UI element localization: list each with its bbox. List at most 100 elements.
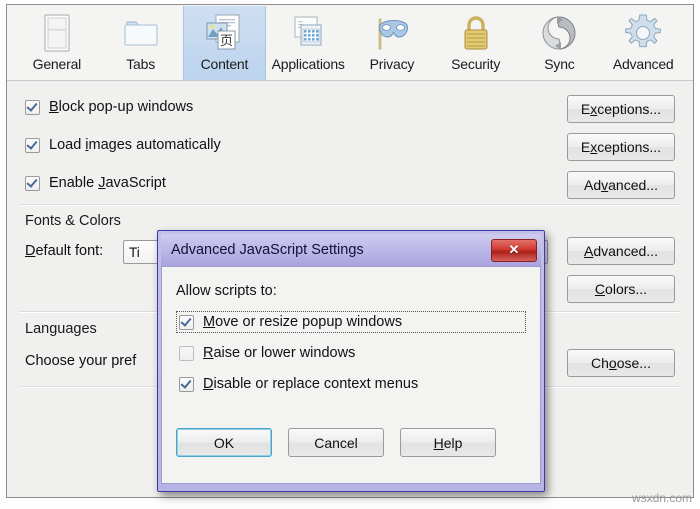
preferences-toolbar: General Tabs 页 Content Applications Priv… (7, 5, 693, 81)
label-rest: dvanced... (593, 243, 658, 259)
checkbox-label: Enable JavaScript (49, 175, 166, 191)
tab-sync[interactable]: Sync (518, 6, 602, 80)
dialog-button-row: OK Cancel Help (176, 428, 496, 457)
checkbox-label: Raise or lower windows (203, 345, 355, 361)
button-label: Choose... (591, 355, 651, 371)
tab-label: Applications (271, 56, 345, 72)
exceptions-images-button[interactable]: Exceptions... (567, 133, 675, 161)
button-label: Exceptions... (581, 101, 661, 117)
fonts-colors-heading: Fonts & Colors (25, 213, 121, 229)
advanced-javascript-button[interactable]: Advanced... (567, 171, 675, 199)
button-label: Cancel (314, 434, 358, 451)
fonts-advanced-button[interactable]: Advanced... (567, 237, 675, 265)
label-rest: mages automatically (88, 137, 221, 153)
label-pre: Enable (49, 175, 99, 191)
choose-language-button[interactable]: Choose... (567, 349, 675, 377)
gear-icon (619, 12, 667, 54)
dialog-title-bar: Advanced JavaScript Settings ✕ (161, 234, 541, 266)
close-icon[interactable]: ✕ (491, 238, 537, 262)
button-label: Help (434, 435, 463, 451)
padlock-icon (452, 12, 500, 54)
dialog-title: Advanced JavaScript Settings (171, 242, 364, 258)
tab-label: Sync (544, 56, 575, 72)
accel-char: C (594, 281, 606, 297)
languages-heading: Languages (25, 321, 97, 337)
label-pre: E (580, 101, 591, 117)
checkbox-block-popups[interactable] (25, 99, 40, 115)
ok-button[interactable]: OK (176, 428, 272, 457)
tab-general[interactable]: General (15, 6, 99, 80)
default-font-value: Ti (129, 244, 140, 260)
checkbox-raise-lower-windows[interactable] (179, 345, 194, 361)
label-pre: Ch (591, 355, 609, 371)
label-rest: efault font: (35, 243, 104, 259)
button-label: OK (213, 434, 235, 451)
checkbox-load-images[interactable] (25, 137, 40, 153)
label-rest: ove or resize popup windows (215, 314, 403, 330)
accel-char: M (203, 314, 216, 330)
tab-content[interactable]: 页 Content (182, 6, 267, 80)
label-pre: E (580, 139, 591, 155)
label-rest: ceptions... (597, 101, 662, 117)
tab-label: Privacy (369, 56, 415, 72)
accel-char: A (584, 243, 594, 259)
checkbox-move-resize-popups[interactable] (179, 314, 194, 330)
colors-button[interactable]: Colors... (567, 275, 675, 303)
checkbox-enable-javascript[interactable] (25, 175, 40, 191)
accel-char: B (49, 99, 59, 115)
cancel-button[interactable]: Cancel (288, 428, 384, 457)
dialog-checkbox-row-move-resize[interactable]: Move or resize popup windows (176, 311, 526, 333)
label-rest: isable or replace context menus (213, 376, 419, 392)
exceptions-popups-button[interactable]: Exceptions... (567, 95, 675, 123)
applications-icon (284, 12, 332, 54)
help-button[interactable]: Help (400, 428, 496, 457)
mask-icon (368, 12, 416, 54)
tab-security[interactable]: Security (434, 6, 518, 80)
label-rest: lock pop-up windows (58, 99, 194, 115)
accel-char: D (25, 243, 36, 259)
label-pre: Ad (584, 177, 602, 193)
screenshot-root: General Tabs 页 Content Applications Priv… (0, 0, 700, 509)
tab-label: General (32, 56, 82, 72)
label-rest: avaScript (105, 175, 166, 191)
button-label: Advanced... (584, 177, 658, 193)
label-rest: elp (443, 434, 463, 451)
tab-label: Security (451, 56, 501, 72)
checkbox-label: Block pop-up windows (49, 99, 193, 115)
allow-scripts-label: Allow scripts to: (176, 283, 277, 299)
folder-icon (117, 12, 165, 54)
languages-description: Choose your pref (25, 353, 137, 369)
button-label: Advanced... (584, 243, 658, 259)
dialog-body: Allow scripts to: Move or resize popup w… (161, 266, 541, 484)
button-label: Colors... (595, 281, 647, 297)
tab-applications[interactable]: Applications (266, 6, 350, 80)
svg-text:页: 页 (220, 34, 233, 49)
label-rest: ose... (616, 355, 651, 371)
default-font-label: Default font: (25, 243, 103, 259)
tab-label: Advanced (612, 56, 674, 72)
section-divider (19, 204, 681, 206)
accel-char: D (203, 376, 214, 392)
accel-char: H (433, 434, 444, 451)
sync-icon (535, 12, 583, 54)
watermark: wsxdn.com (631, 491, 692, 505)
dialog-checkbox-row-raise-lower[interactable]: Raise or lower windows (176, 342, 526, 364)
page-icon (33, 12, 81, 54)
advanced-javascript-dialog: Advanced JavaScript Settings ✕ Allow scr… (157, 230, 545, 492)
checkbox-label: Disable or replace context menus (203, 376, 418, 392)
tab-tabs[interactable]: Tabs (99, 6, 183, 80)
label-rest: ceptions... (597, 139, 662, 155)
content-icon: 页 (200, 12, 248, 54)
label-rest: anced... (608, 177, 658, 193)
accel-char: o (608, 355, 617, 371)
tab-privacy[interactable]: Privacy (350, 6, 434, 80)
label-rest: aise or lower windows (213, 345, 356, 361)
checkbox-label: Move or resize popup windows (203, 314, 402, 330)
checkbox-disable-context-menus[interactable] (179, 376, 194, 392)
accel-char: R (203, 345, 214, 361)
label-pre: Load (49, 137, 86, 153)
dialog-checkbox-row-context-menus[interactable]: Disable or replace context menus (176, 373, 526, 395)
tab-advanced[interactable]: Advanced (601, 6, 685, 80)
tab-label: Tabs (126, 56, 156, 72)
tab-label: Content (200, 56, 249, 72)
